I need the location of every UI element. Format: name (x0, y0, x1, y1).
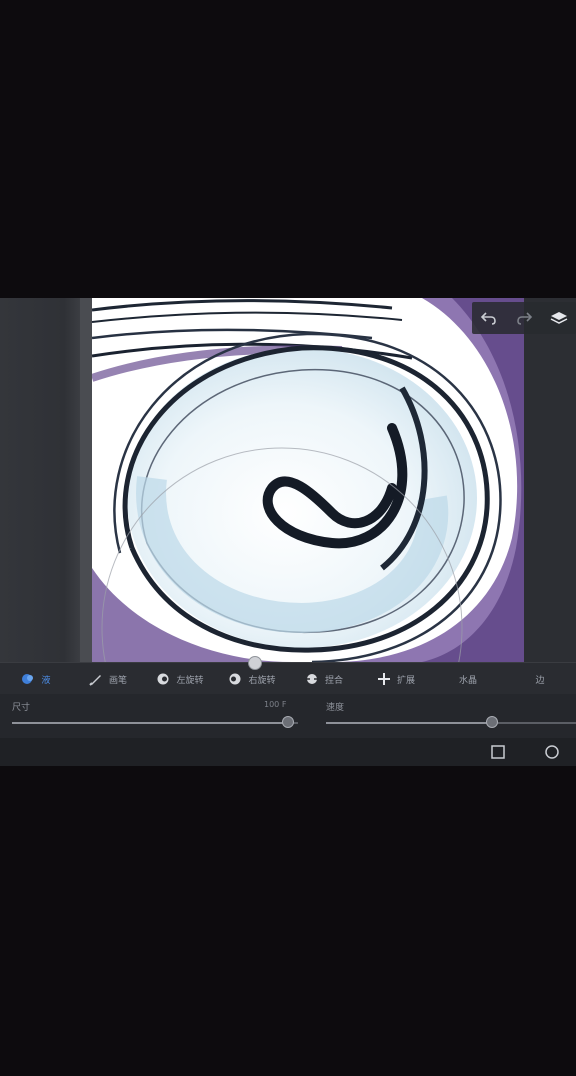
pressure-slider-thumb[interactable] (486, 716, 498, 728)
redo-icon (517, 312, 533, 325)
pressure-slider-fill (326, 722, 492, 724)
liquify-sliders: 尺寸 100 F 速度 (0, 694, 576, 738)
tool-pinch[interactable]: 捏合 (288, 666, 360, 692)
tool-edge[interactable]: 边 (504, 666, 576, 692)
tool-label: 边 (535, 675, 545, 686)
tool-pen[interactable]: 画笔 (72, 666, 144, 692)
tool-swirl-left[interactable]: 左旋转 (144, 666, 216, 692)
tool-label: 左旋转 (176, 675, 204, 686)
swirl-right-icon (229, 673, 241, 685)
pressure-slider[interactable] (326, 716, 576, 728)
procreate-liquify-screen: 液 画笔 左旋转 右旋转 捏合 扩展 水晶 边 尺寸 100 F 速度 (0, 298, 576, 766)
size-slider-value: 100 F (264, 700, 287, 709)
circle-icon[interactable] (544, 744, 560, 760)
layers-icon (550, 312, 567, 324)
size-slider-fill (12, 722, 288, 724)
tool-label: 画笔 (108, 675, 127, 686)
expand-icon (377, 673, 390, 685)
left-sidebar (0, 298, 92, 664)
pressure-slider-label: 速度 (326, 703, 345, 713)
size-slider-label: 尺寸 (12, 703, 31, 713)
marble-artwork (92, 298, 524, 662)
sidebar-divider (80, 298, 92, 664)
redo-button[interactable] (510, 305, 538, 331)
top-controls (472, 302, 576, 334)
undo-icon (481, 312, 497, 325)
paint-drop-icon (22, 674, 34, 684)
brush-icon (89, 675, 101, 686)
size-slider-thumb[interactable] (282, 716, 294, 728)
tool-label: 液 (41, 675, 51, 686)
liquify-toolbar: 液 画笔 左旋转 右旋转 捏合 扩展 水晶 边 (0, 662, 576, 695)
right-sidebar (524, 298, 576, 664)
tool-expand[interactable]: 扩展 (360, 666, 432, 692)
tool-swirl-right[interactable]: 右旋转 (216, 666, 288, 692)
tool-label: 右旋转 (248, 675, 276, 686)
canvas-drag-handle[interactable] (248, 656, 262, 670)
drawing-canvas[interactable] (92, 298, 524, 662)
square-icon[interactable] (490, 744, 506, 760)
size-slider[interactable] (12, 716, 298, 728)
layers-button[interactable] (545, 305, 573, 331)
undo-button[interactable] (475, 305, 503, 331)
tool-label: 扩展 (396, 675, 415, 686)
tool-label: 水晶 (458, 675, 477, 686)
tool-crystal[interactable]: 水晶 (432, 666, 504, 692)
swirl-left-icon (157, 673, 169, 685)
tool-marble[interactable]: 液 (0, 666, 72, 692)
pinch-icon (305, 674, 318, 684)
system-nav-bar (0, 738, 576, 766)
tool-label: 捏合 (324, 675, 343, 686)
